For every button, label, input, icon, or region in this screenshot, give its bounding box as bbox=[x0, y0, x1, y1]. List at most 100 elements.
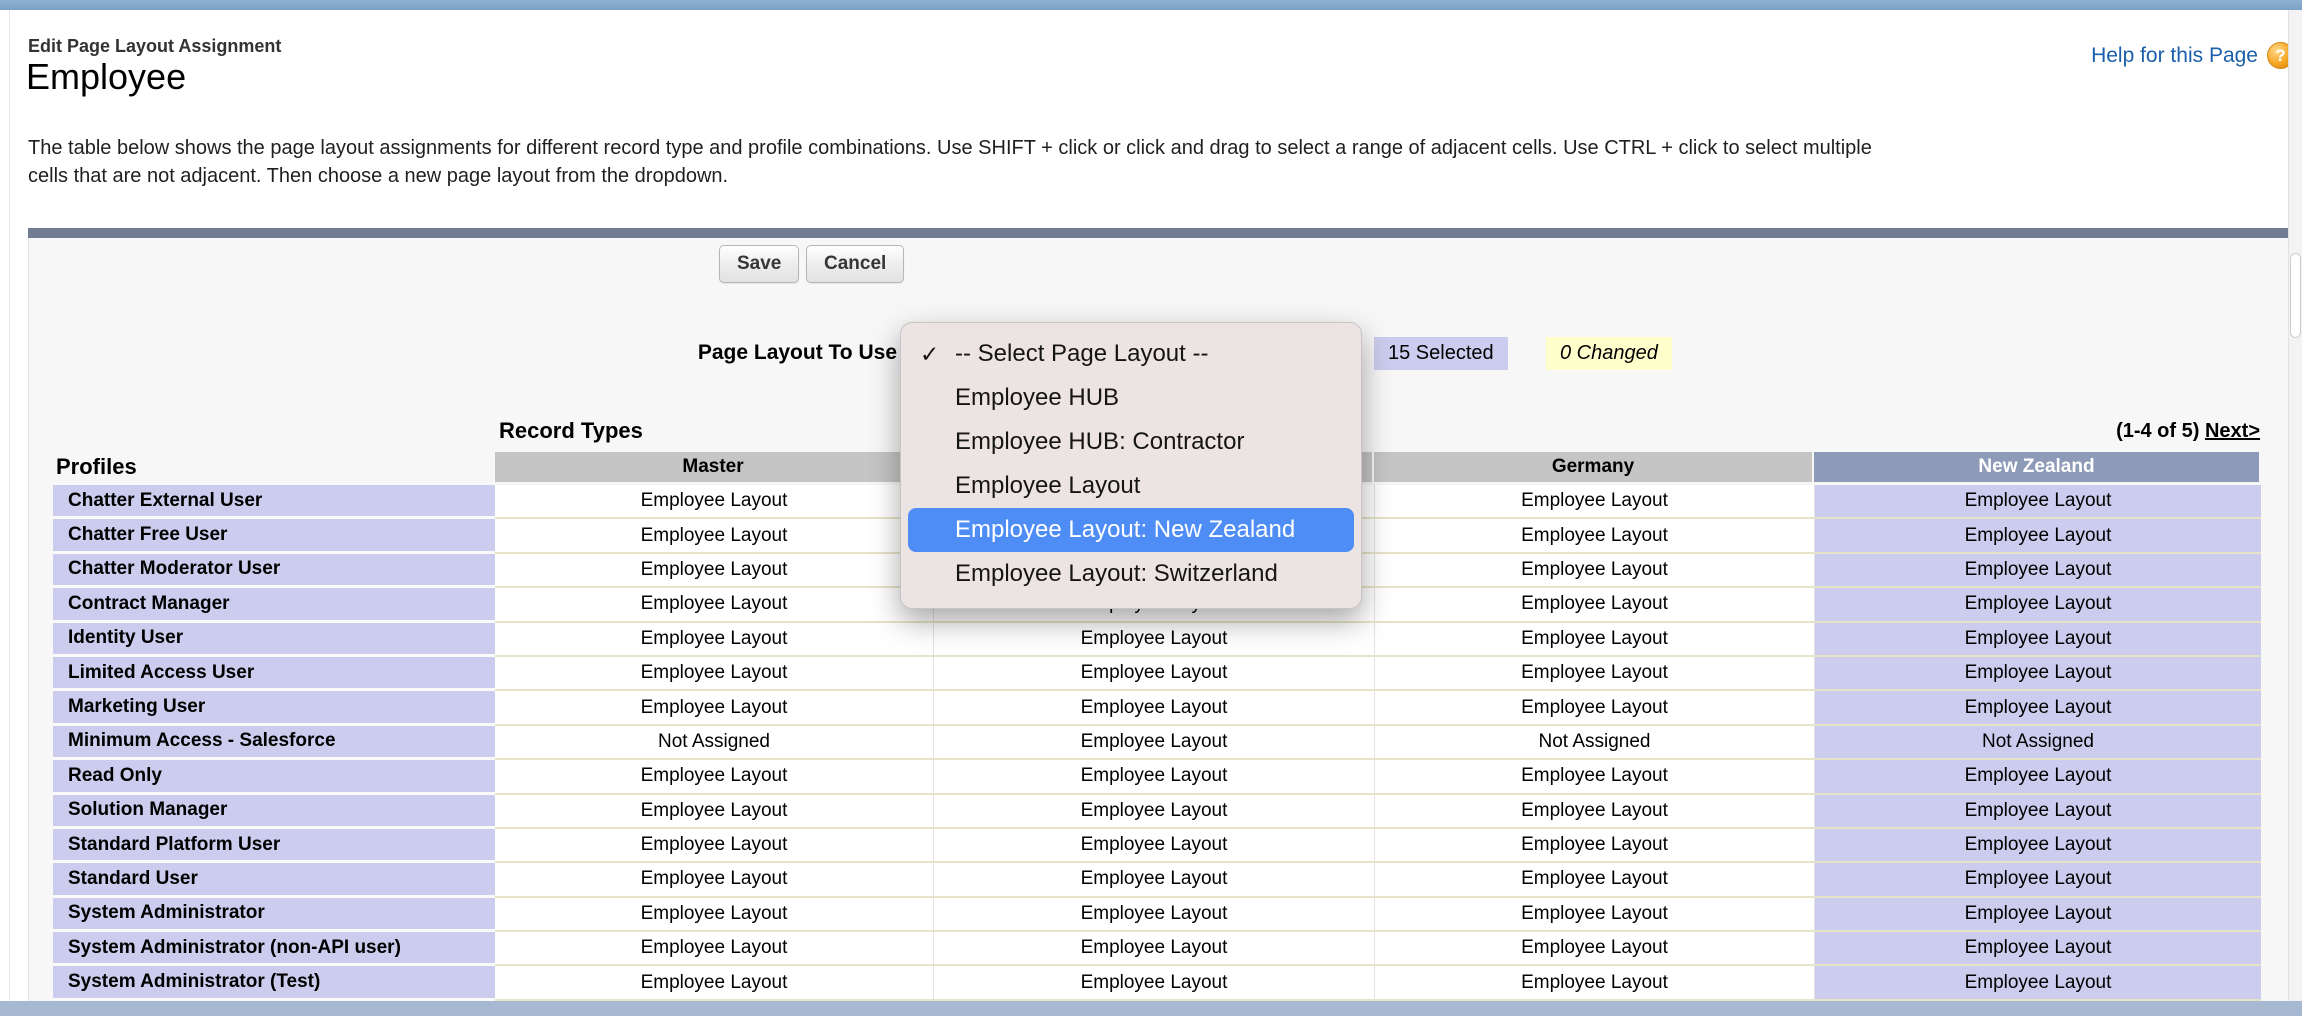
profile-cell[interactable]: Contract Manager bbox=[53, 588, 495, 622]
profile-cell[interactable]: Limited Access User bbox=[53, 657, 495, 691]
table-row: System Administrator (non-API user)Emplo… bbox=[53, 932, 2261, 966]
profile-cell[interactable]: Chatter External User bbox=[53, 485, 495, 519]
help-for-this-page-link[interactable]: Help for this Page bbox=[2091, 44, 2258, 68]
layout-assignment-cell[interactable]: Employee Layout bbox=[933, 898, 1374, 932]
layout-assignment-cell[interactable]: Employee Layout bbox=[495, 554, 933, 588]
layout-assignment-cell[interactable]: Employee Layout bbox=[1814, 657, 2261, 691]
table-row: Limited Access UserEmployee LayoutEmploy… bbox=[53, 657, 2261, 691]
profile-cell[interactable]: Minimum Access - Salesforce bbox=[53, 726, 495, 760]
layout-assignment-cell[interactable]: Employee Layout bbox=[1814, 554, 2261, 588]
layout-assignment-cell[interactable]: Employee Layout bbox=[495, 588, 933, 622]
record-type-column-header[interactable]: New Zealand bbox=[1814, 452, 2261, 482]
save-button[interactable]: Save bbox=[719, 245, 799, 283]
record-type-column-header[interactable]: Germany bbox=[1374, 452, 1814, 482]
layout-assignment-cell[interactable]: Employee Layout bbox=[1374, 932, 1814, 966]
record-types-label: Record Types bbox=[499, 418, 643, 444]
vertical-scrollbar-track[interactable] bbox=[2288, 10, 2302, 1001]
layout-assignment-cell[interactable]: Employee Layout bbox=[933, 863, 1374, 897]
vertical-scrollbar-thumb[interactable] bbox=[2290, 253, 2301, 338]
profile-cell[interactable]: Chatter Moderator User bbox=[53, 554, 495, 588]
layout-assignment-cell[interactable]: Employee Layout bbox=[1814, 760, 2261, 794]
profile-cell[interactable]: Identity User bbox=[53, 623, 495, 657]
layout-assignment-cell[interactable]: Employee Layout bbox=[495, 863, 933, 897]
profiles-header-spacer bbox=[53, 452, 495, 482]
layout-assignment-cell[interactable]: Employee Layout bbox=[933, 726, 1374, 760]
layout-assignment-cell[interactable]: Employee Layout bbox=[933, 932, 1374, 966]
layout-assignment-cell[interactable]: Employee Layout bbox=[1814, 485, 2261, 519]
layout-assignment-cell[interactable]: Employee Layout bbox=[1374, 485, 1814, 519]
layout-assignment-cell[interactable]: Employee Layout bbox=[495, 760, 933, 794]
pagination: (1-4 of 5) Next> bbox=[2116, 420, 2260, 443]
layout-assignment-cell[interactable]: Employee Layout bbox=[1374, 623, 1814, 657]
layout-assignment-cell[interactable]: Employee Layout bbox=[1374, 829, 1814, 863]
dropdown-option[interactable]: Employee Layout: New Zealand bbox=[908, 508, 1354, 552]
cancel-button[interactable]: Cancel bbox=[806, 245, 904, 283]
profile-cell[interactable]: Standard Platform User bbox=[53, 829, 495, 863]
layout-assignment-cell[interactable]: Employee Layout bbox=[1814, 691, 2261, 725]
layout-assignment-cell[interactable]: Employee Layout bbox=[495, 932, 933, 966]
layout-assignment-cell[interactable]: Employee Layout bbox=[1814, 623, 2261, 657]
dropdown-option-label: Employee Layout: Switzerland bbox=[955, 560, 1278, 588]
layout-assignment-cell[interactable]: Employee Layout bbox=[1374, 588, 1814, 622]
page-title: Employee bbox=[26, 56, 186, 98]
dropdown-option[interactable]: Employee Layout bbox=[901, 464, 1361, 508]
profile-cell[interactable]: Read Only bbox=[53, 760, 495, 794]
layout-assignment-cell[interactable]: Employee Layout bbox=[495, 657, 933, 691]
layout-assignment-cell[interactable]: Employee Layout bbox=[1374, 863, 1814, 897]
layout-assignment-cell[interactable]: Employee Layout bbox=[1814, 588, 2261, 622]
layout-assignment-cell[interactable]: Employee Layout bbox=[1814, 795, 2261, 829]
layout-assignment-cell[interactable]: Employee Layout bbox=[1814, 898, 2261, 932]
layout-assignment-cell[interactable]: Employee Layout bbox=[495, 829, 933, 863]
layout-assignment-cell[interactable]: Employee Layout bbox=[495, 966, 933, 1000]
layout-assignment-cell[interactable]: Employee Layout bbox=[1814, 966, 2261, 1000]
profile-cell[interactable]: System Administrator bbox=[53, 898, 495, 932]
layout-assignment-cell[interactable]: Employee Layout bbox=[1374, 795, 1814, 829]
layout-assignment-cell[interactable]: Employee Layout bbox=[495, 623, 933, 657]
layout-assignment-cell[interactable]: Employee Layout bbox=[1374, 657, 1814, 691]
profile-cell[interactable]: Chatter Free User bbox=[53, 519, 495, 553]
checkmark-icon: ✓ bbox=[920, 341, 939, 368]
layout-assignment-cell[interactable]: Employee Layout bbox=[495, 691, 933, 725]
layout-assignment-cell[interactable]: Not Assigned bbox=[1814, 726, 2261, 760]
dropdown-option[interactable]: Employee HUB bbox=[901, 376, 1361, 420]
layout-assignment-cell[interactable]: Employee Layout bbox=[495, 485, 933, 519]
layout-assignment-cell[interactable]: Employee Layout bbox=[933, 657, 1374, 691]
layout-assignment-cell[interactable]: Employee Layout bbox=[1374, 691, 1814, 725]
layout-assignment-cell[interactable]: Employee Layout bbox=[933, 623, 1374, 657]
layout-assignment-cell[interactable]: Employee Layout bbox=[1814, 863, 2261, 897]
profile-cell[interactable]: Solution Manager bbox=[53, 795, 495, 829]
layout-assignment-cell[interactable]: Not Assigned bbox=[495, 726, 933, 760]
profile-cell[interactable]: Standard User bbox=[53, 863, 495, 897]
profile-cell[interactable]: System Administrator (non-API user) bbox=[53, 932, 495, 966]
horizontal-scrollbar-strip[interactable] bbox=[0, 1001, 2302, 1016]
layout-assignment-cell[interactable]: Employee Layout bbox=[1374, 966, 1814, 1000]
dropdown-option[interactable]: Employee Layout: Switzerland bbox=[901, 552, 1361, 596]
table-row: System Administrator (Test)Employee Layo… bbox=[53, 966, 2261, 1000]
layout-assignment-cell[interactable]: Employee Layout bbox=[933, 829, 1374, 863]
record-type-column-header[interactable]: Master bbox=[495, 452, 933, 482]
layout-assignment-cell[interactable]: Employee Layout bbox=[933, 760, 1374, 794]
layout-assignment-cell[interactable]: Employee Layout bbox=[933, 691, 1374, 725]
layout-assignment-cell[interactable]: Employee Layout bbox=[1814, 932, 2261, 966]
profile-cell[interactable]: System Administrator (Test) bbox=[53, 966, 495, 1000]
layout-assignment-cell[interactable]: Employee Layout bbox=[1814, 829, 2261, 863]
layout-assignment-cell[interactable]: Employee Layout bbox=[1374, 760, 1814, 794]
layout-assignment-cell[interactable]: Employee Layout bbox=[933, 795, 1374, 829]
dropdown-option[interactable]: ✓-- Select Page Layout -- bbox=[901, 332, 1361, 376]
layout-assignment-cell[interactable]: Employee Layout bbox=[1374, 554, 1814, 588]
layout-assignment-cell[interactable]: Not Assigned bbox=[1374, 726, 1814, 760]
layout-assignment-cell[interactable]: Employee Layout bbox=[495, 898, 933, 932]
selected-count-badge: 15 Selected bbox=[1374, 337, 1508, 370]
layout-assignment-cell[interactable]: Employee Layout bbox=[495, 795, 933, 829]
table-row: Standard Platform UserEmployee LayoutEmp… bbox=[53, 829, 2261, 863]
layout-assignment-cell[interactable]: Employee Layout bbox=[1374, 519, 1814, 553]
profile-cell[interactable]: Marketing User bbox=[53, 691, 495, 725]
layout-assignment-cell[interactable]: Employee Layout bbox=[1374, 898, 1814, 932]
pagination-range: (1-4 of 5) bbox=[2116, 420, 2199, 442]
changed-count-badge: 0 Changed bbox=[1546, 337, 1672, 370]
layout-assignment-cell[interactable]: Employee Layout bbox=[933, 966, 1374, 1000]
next-page-link[interactable]: Next> bbox=[2205, 420, 2260, 442]
layout-assignment-cell[interactable]: Employee Layout bbox=[1814, 519, 2261, 553]
layout-assignment-cell[interactable]: Employee Layout bbox=[495, 519, 933, 553]
dropdown-option[interactable]: Employee HUB: Contractor bbox=[901, 420, 1361, 464]
